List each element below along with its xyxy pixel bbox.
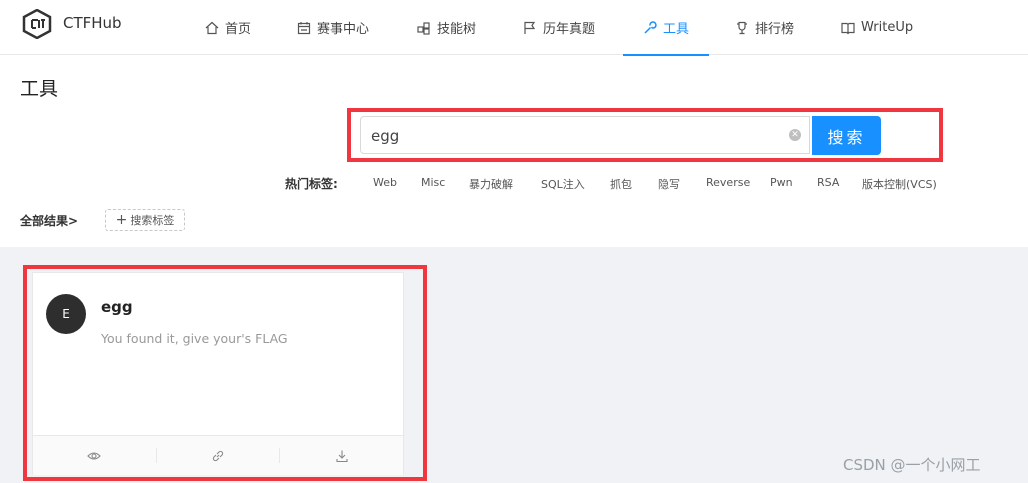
nav-tools-label: 工具 (663, 22, 690, 37)
add-search-tag-button[interactable]: + 搜索标签 (105, 209, 185, 231)
nav-leaderboard-label: 排行榜 (755, 22, 795, 37)
nav-home-label: 首页 (225, 22, 252, 37)
nav-skill-tree[interactable]: 技能树 (417, 0, 476, 55)
ctfhub-logo[interactable] (22, 9, 52, 39)
hot-tag-pwn[interactable]: Pwn (770, 176, 793, 189)
hot-tag-rsa[interactable]: RSA (817, 176, 839, 189)
flag-icon (524, 21, 536, 34)
nav-past-exams[interactable]: 历年真题 (523, 0, 595, 55)
brand-name[interactable]: CTFHub (63, 14, 122, 32)
calendar-icon (297, 21, 311, 34)
nav-events-label: 赛事中心 (317, 22, 370, 37)
hot-tag-stego[interactable]: 隐写 (658, 176, 680, 192)
nav-home[interactable]: 首页 (205, 0, 251, 55)
nav-leaderboard[interactable]: 排行榜 (735, 0, 794, 55)
page-title: 工具 (20, 78, 59, 100)
nav-writeup[interactable]: WriteUp (841, 0, 913, 55)
nav-past-exams-label: 历年真题 (543, 22, 596, 37)
wrench-icon (644, 20, 657, 34)
hot-tag-capture[interactable]: 抓包 (610, 176, 632, 192)
hot-tag-web[interactable]: Web (373, 176, 397, 189)
nav-events[interactable]: 赛事中心 (297, 0, 369, 55)
plus-icon: + (115, 212, 128, 228)
nav-writeup-label: WriteUp (861, 20, 914, 35)
search-field[interactable]: ✕ (360, 116, 810, 154)
clear-icon[interactable]: ✕ (789, 129, 801, 141)
search-input[interactable] (371, 125, 771, 147)
tree-icon (417, 21, 430, 35)
nav-tools[interactable]: 工具 (622, 0, 710, 56)
hot-tag-misc[interactable]: Misc (421, 176, 445, 189)
nav-skill-tree-label: 技能树 (437, 22, 477, 37)
hot-tag-reverse[interactable]: Reverse (706, 176, 750, 189)
all-results-link[interactable]: 全部结果> (20, 212, 78, 229)
add-search-tag-label: 搜索标签 (130, 214, 175, 227)
hot-tag-sqli[interactable]: SQL注入 (541, 176, 585, 192)
book-icon (841, 22, 855, 34)
watermark: CSDN @一个小网工 (843, 456, 981, 474)
trophy-icon (737, 21, 747, 34)
hot-tag-vcs[interactable]: 版本控制(VCS) (862, 176, 937, 192)
home-icon (205, 21, 219, 34)
hot-tag-bruteforce[interactable]: 暴力破解 (469, 176, 513, 192)
hot-tags-label: 热门标签: (285, 177, 338, 191)
search-button[interactable]: 搜索 (812, 116, 881, 155)
result-highlight-box (23, 265, 427, 481)
top-navbar: CTFHub 首页 赛事中心 技能树 历年真题 工具 排行榜 WriteUp (0, 0, 1028, 56)
